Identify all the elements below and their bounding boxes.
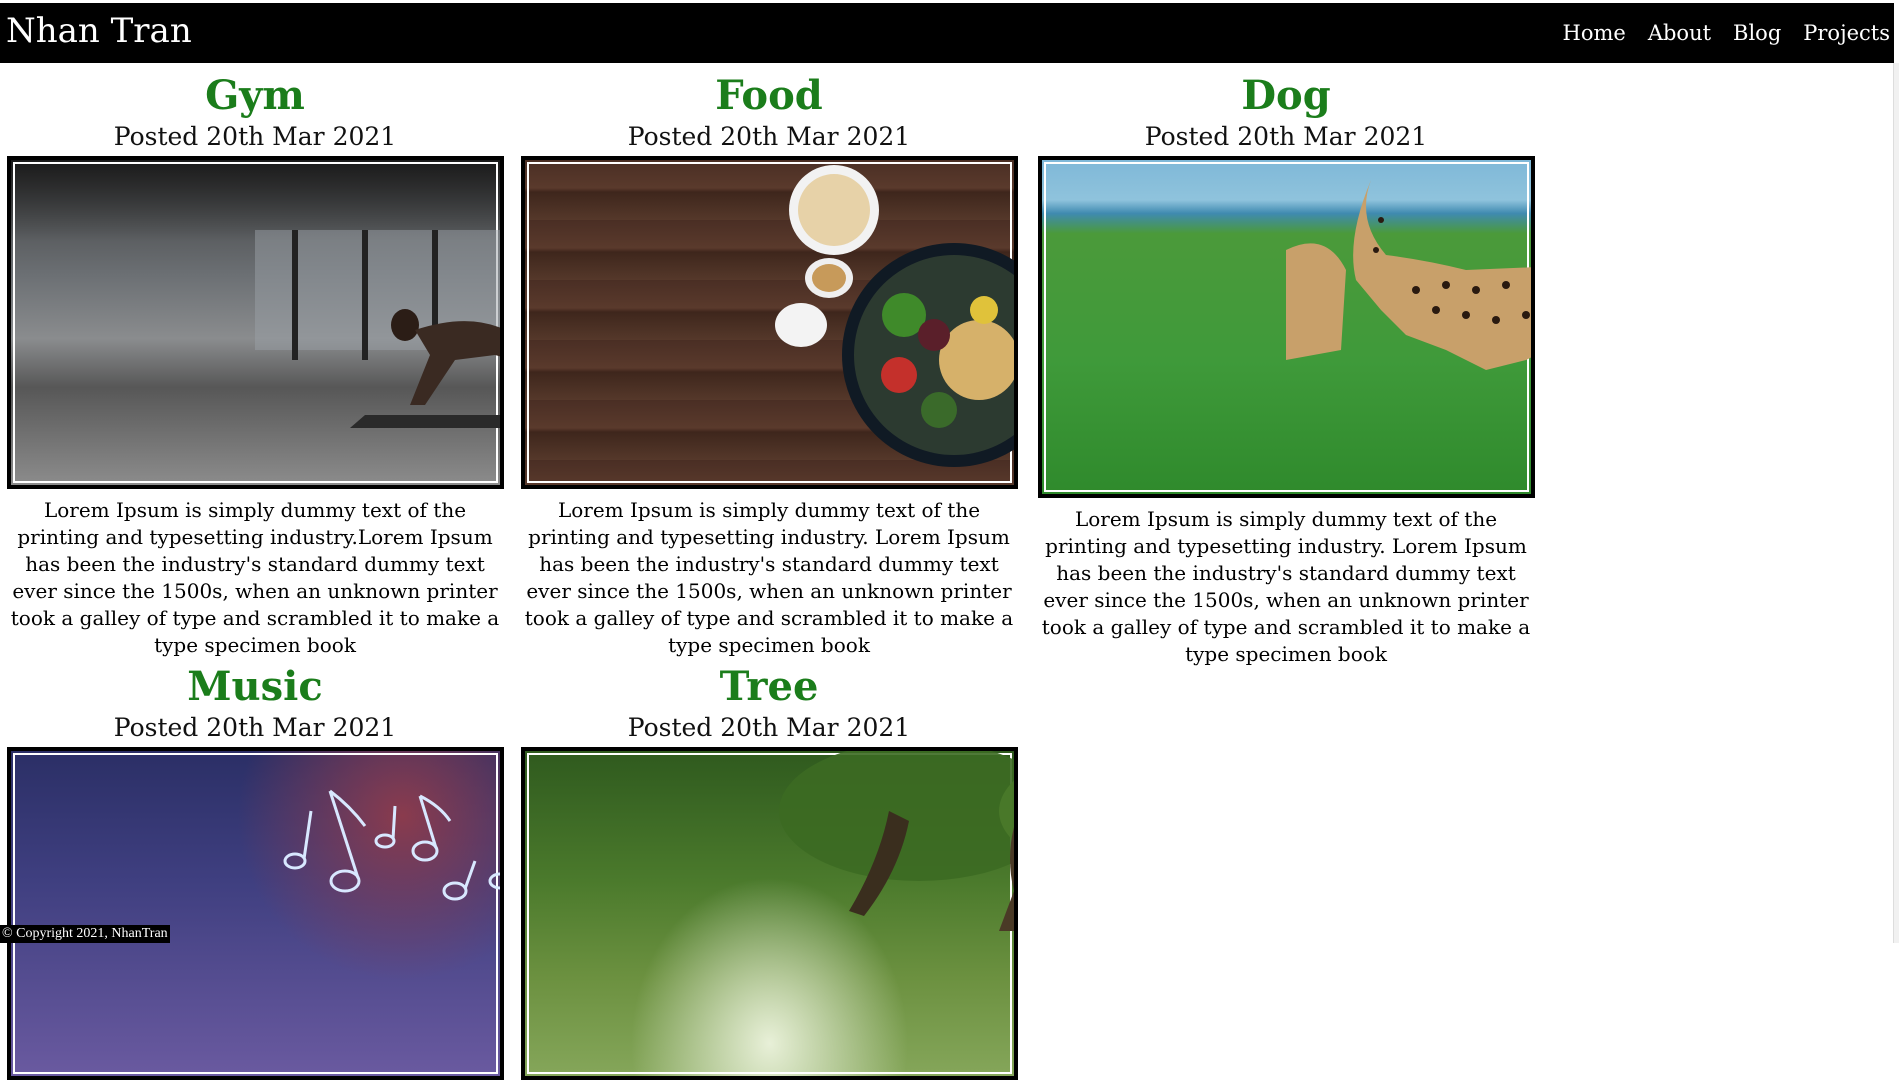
post-date: Posted 20th Mar 2021 [627,122,911,151]
post-image-dog[interactable] [1037,156,1535,498]
gym-illustration [255,230,500,428]
post-card-tree: Tree Posted 20th Mar 2021 [517,663,1021,1080]
post-excerpt: Lorem Ipsum is simply dummy text of the … [524,498,1014,657]
post-card-dog: Dog Posted 20th Mar 2021 Lorem Ipsum is … [1034,72,1538,668]
post-title[interactable]: Food [517,72,1021,120]
post-title[interactable]: Gym [3,72,507,120]
post-date: Posted 20th Mar 2021 [113,122,397,151]
nav-projects-link[interactable]: Projects [1803,21,1890,45]
post-image-food[interactable] [520,156,1018,489]
nav-blog-link[interactable]: Blog [1733,21,1781,45]
food-illustration [775,165,1014,467]
post-title[interactable]: Tree [517,663,1021,711]
post-excerpt: Lorem Ipsum is simply dummy text of the … [10,498,500,657]
nav-home-link[interactable]: Home [1563,21,1626,45]
post-date: Posted 20th Mar 2021 [113,713,397,742]
cheetah-illustration [1286,180,1531,370]
post-image-music[interactable] [6,747,504,1080]
post-image-gym[interactable] [6,156,504,489]
post-card-gym: Gym Posted 20th Mar 2021 Lorem Ipsum is … [3,72,507,659]
top-navbar: Nhan Tran Home About Blog Projects [0,3,1894,63]
nav-links: Home About Blog Projects [1563,21,1891,45]
post-excerpt: Lorem Ipsum is simply dummy text of the … [1041,507,1531,666]
music-notes-illustration [283,789,500,901]
post-card-music: Music Posted 20th Mar 2021 [3,663,507,1080]
tree-illustration [779,751,1014,931]
post-date: Posted 20th Mar 2021 [627,713,911,742]
nav-about-link[interactable]: About [1648,21,1711,45]
page-scrollbar[interactable] [1893,63,1899,943]
post-card-food: Food Posted 20th Mar 2021 Lorem Ipsum is… [517,72,1021,659]
footer-copyright: © Copyright 2021, NhanTran [0,925,170,943]
post-image-tree[interactable] [520,747,1018,1080]
site-brand[interactable]: Nhan Tran [6,11,192,51]
post-date: Posted 20th Mar 2021 [1144,122,1428,151]
post-title[interactable]: Dog [1034,72,1538,120]
post-title[interactable]: Music [3,663,507,711]
